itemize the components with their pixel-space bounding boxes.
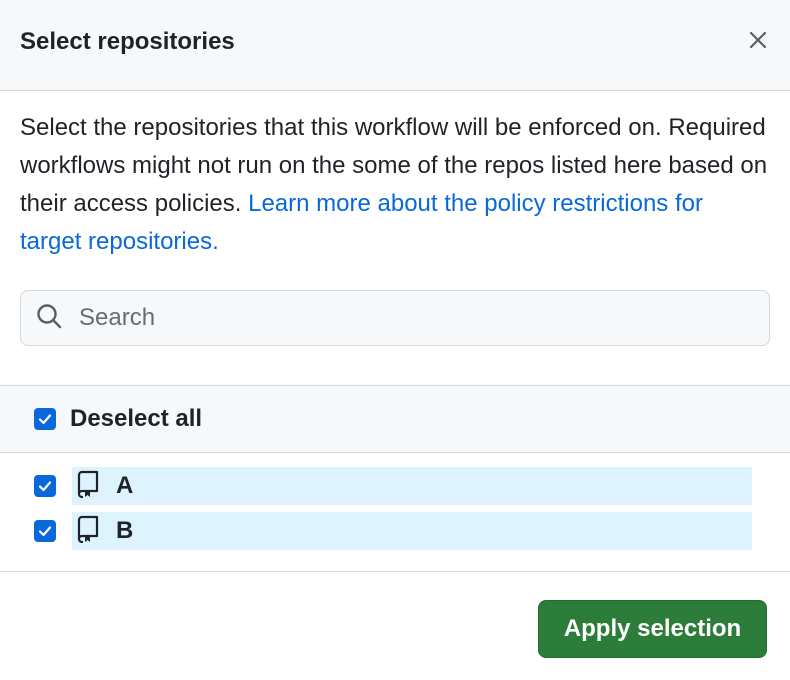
- dialog-header: Select repositories: [0, 0, 790, 91]
- repository-list: A B: [0, 467, 790, 557]
- repo-icon: [76, 515, 100, 548]
- list-item[interactable]: A: [0, 467, 790, 505]
- dialog-footer: Apply selection: [0, 571, 790, 680]
- repo-checkbox[interactable]: [34, 475, 56, 497]
- apply-selection-button[interactable]: Apply selection: [538, 600, 767, 658]
- select-all-row[interactable]: Deselect all: [0, 385, 790, 453]
- repo-name: B: [116, 517, 134, 544]
- dialog-title: Select repositories: [20, 28, 235, 55]
- select-repositories-dialog: Select repositories Select the repositor…: [0, 0, 790, 680]
- repo-icon: [76, 470, 100, 503]
- repo-item[interactable]: B: [72, 512, 752, 550]
- close-button[interactable]: [740, 24, 776, 60]
- list-item[interactable]: B: [0, 512, 790, 550]
- search-input[interactable]: [79, 304, 769, 332]
- search-icon: [35, 302, 63, 335]
- dialog-body: Select the repositories that this workfl…: [0, 91, 790, 346]
- close-icon: [748, 30, 768, 55]
- deselect-all-label: Deselect all: [70, 405, 203, 432]
- repo-name: A: [116, 472, 134, 499]
- repo-item[interactable]: A: [72, 467, 752, 505]
- check-icon: [38, 414, 52, 425]
- check-icon: [38, 481, 52, 492]
- search-box: [20, 290, 770, 346]
- description: Select the repositories that this workfl…: [20, 109, 770, 261]
- repo-checkbox[interactable]: [34, 520, 56, 542]
- check-icon: [38, 526, 52, 537]
- deselect-all-checkbox[interactable]: [34, 408, 56, 430]
